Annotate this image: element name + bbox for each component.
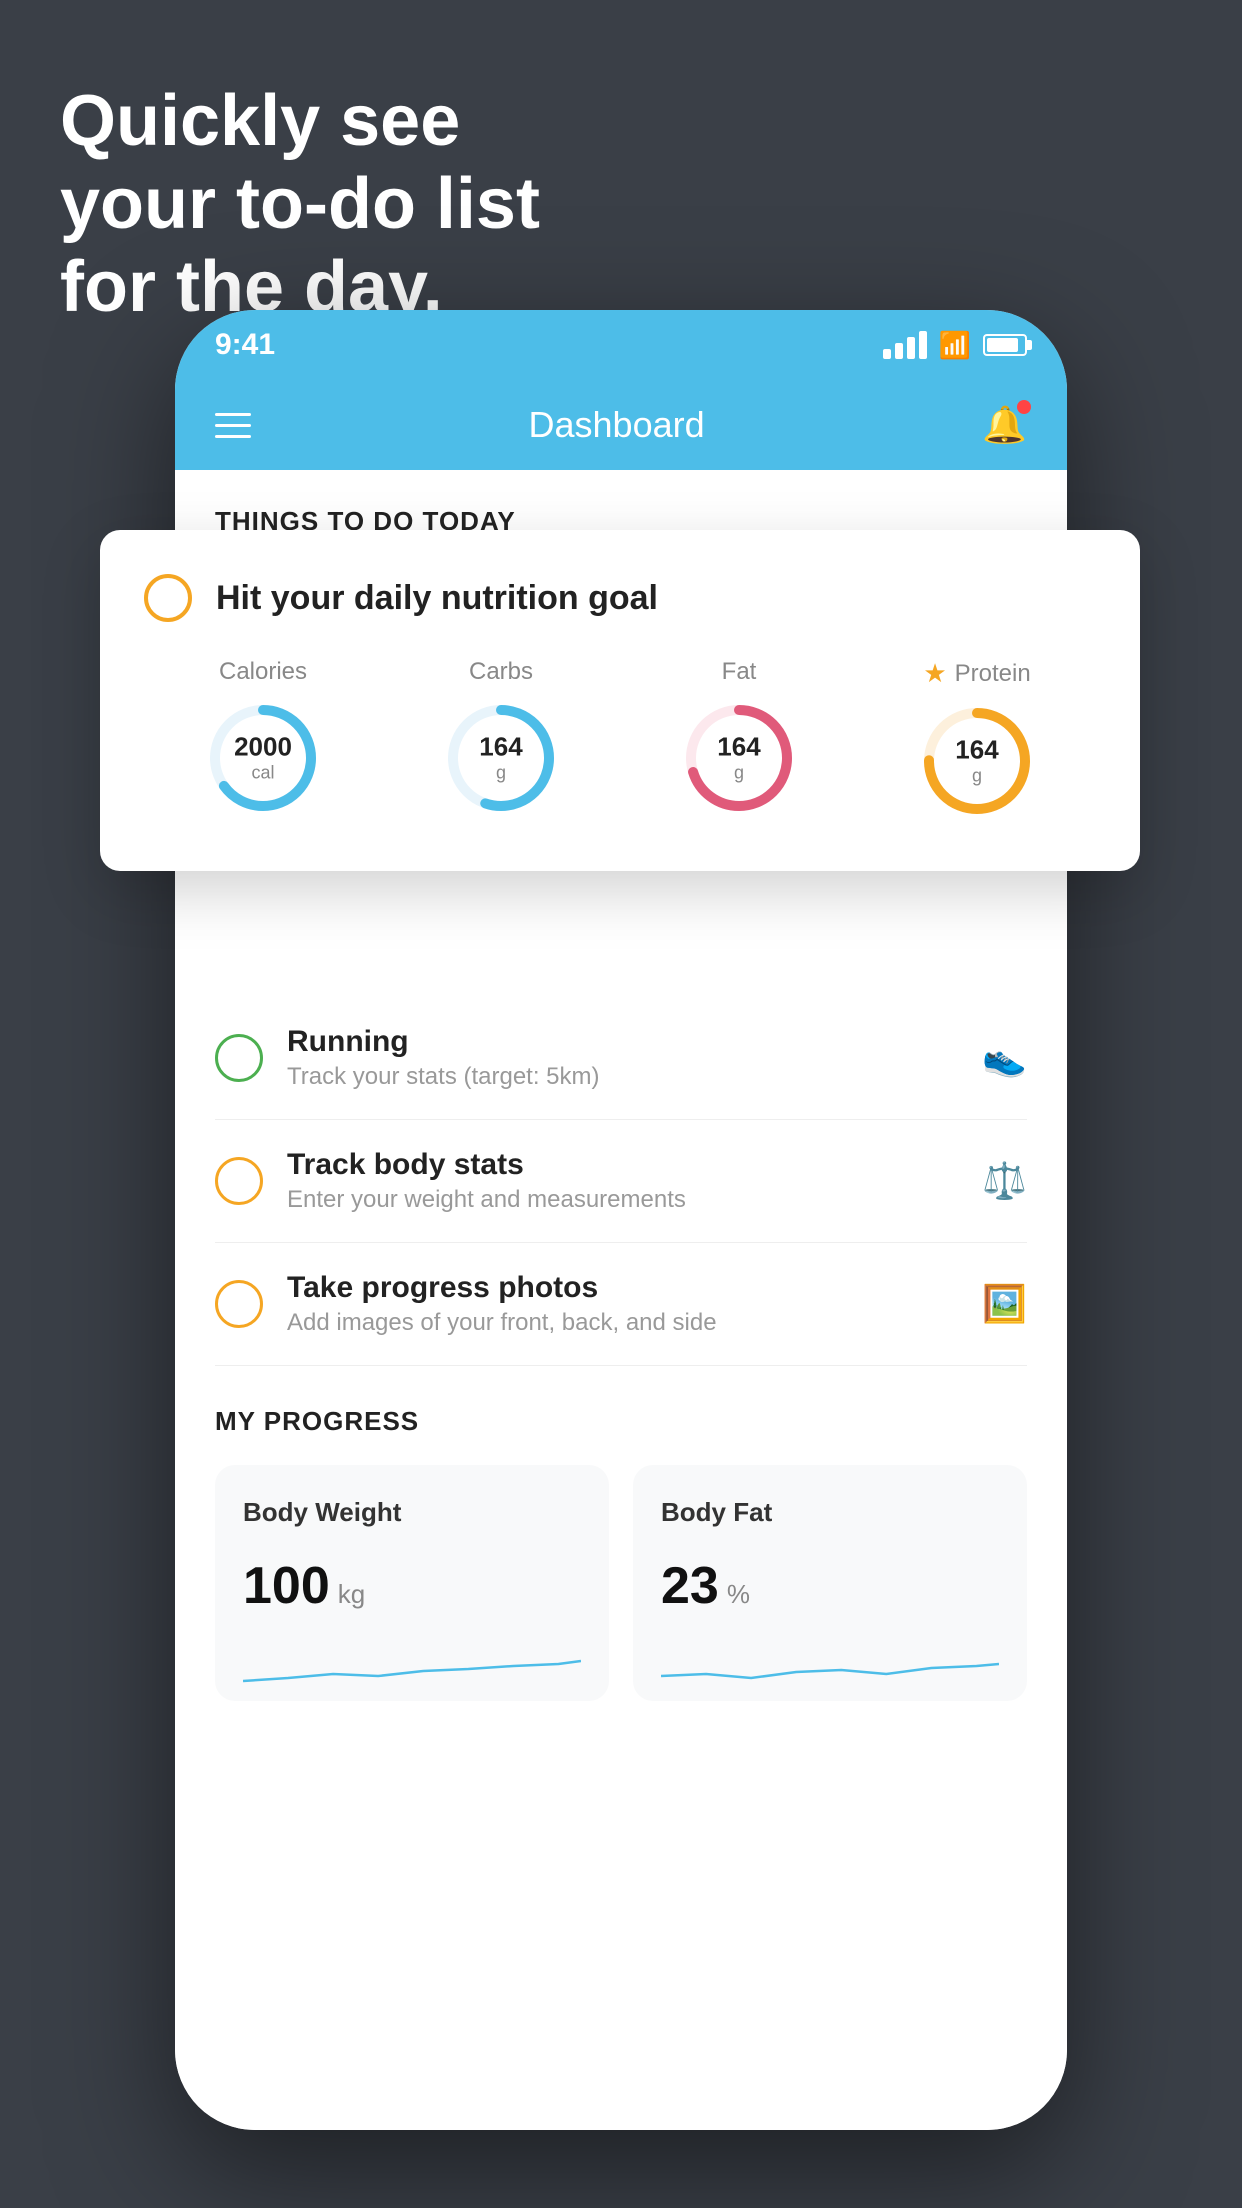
protein-value: 164 g	[955, 735, 998, 788]
card-header: Hit your daily nutrition goal	[144, 574, 1096, 622]
calories-label: Calories	[219, 658, 307, 686]
headline: Quickly see your to-do list for the day.	[60, 80, 540, 328]
carbs-label: Carbs	[469, 658, 533, 686]
nutrition-circle-icon	[144, 574, 192, 622]
nutrition-item-carbs: Carbs 164 g	[441, 658, 561, 818]
portrait-icon: 🖼️	[982, 1283, 1027, 1325]
hamburger-line	[215, 413, 251, 416]
shoe-icon: 👟	[982, 1037, 1027, 1079]
body-weight-card[interactable]: Body Weight 100 kg	[215, 1465, 609, 1701]
nutrition-card-title: Hit your daily nutrition goal	[216, 579, 658, 618]
calories-value: 2000 cal	[234, 732, 292, 785]
todo-title: Take progress photos	[287, 1271, 958, 1305]
list-item[interactable]: Track body stats Enter your weight and m…	[215, 1120, 1027, 1243]
todo-list: Running Track your stats (target: 5km) 👟…	[175, 997, 1067, 1366]
wifi-icon: 📶	[939, 330, 971, 361]
todo-subtitle: Enter your weight and measurements	[287, 1186, 958, 1214]
status-bar: 9:41 📶	[175, 310, 1067, 380]
todo-title: Running	[287, 1025, 958, 1059]
todo-title: Track body stats	[287, 1148, 958, 1182]
bell-icon[interactable]: 🔔	[982, 404, 1027, 446]
signal-icon	[883, 331, 927, 359]
headline-line2: your to-do list	[60, 163, 540, 246]
scale-icon: ⚖️	[982, 1160, 1027, 1202]
nutrition-goals: Calories 2000 cal Carbs	[144, 658, 1096, 821]
todo-subtitle: Add images of your front, back, and side	[287, 1309, 958, 1337]
nutrition-item-fat: Fat 164 g	[679, 658, 799, 818]
protein-donut: 164 g	[917, 701, 1037, 821]
body-weight-value-row: 100 kg	[243, 1556, 581, 1616]
nutrition-item-protein: ★ Protein 164 g	[917, 658, 1037, 821]
fat-value: 164 g	[717, 732, 760, 785]
hamburger-line	[215, 424, 251, 427]
headline-line1: Quickly see	[60, 80, 540, 163]
body-fat-value: 23	[661, 1556, 719, 1616]
nutrition-item-calories: Calories 2000 cal	[203, 658, 323, 818]
hamburger-menu[interactable]	[215, 413, 251, 438]
body-weight-title: Body Weight	[243, 1497, 581, 1528]
body-fat-title: Body Fat	[661, 1497, 999, 1528]
nav-title: Dashboard	[529, 404, 705, 446]
progress-section: MY PROGRESS Body Weight 100 kg Body Fat …	[175, 1406, 1067, 1701]
progress-cards: Body Weight 100 kg Body Fat 23 %	[215, 1465, 1027, 1701]
calories-donut: 2000 cal	[203, 698, 323, 818]
todo-subtitle: Track your stats (target: 5km)	[287, 1063, 958, 1091]
protein-label: Protein	[955, 660, 1031, 688]
todo-check-yellow[interactable]	[215, 1157, 263, 1205]
battery-icon	[983, 334, 1027, 356]
carbs-value: 164 g	[479, 732, 522, 785]
todo-check-yellow[interactable]	[215, 1280, 263, 1328]
todo-text: Running Track your stats (target: 5km)	[287, 1025, 958, 1091]
todo-text: Take progress photos Add images of your …	[287, 1271, 958, 1337]
status-time: 9:41	[215, 328, 275, 362]
todo-check-green[interactable]	[215, 1034, 263, 1082]
star-icon: ★	[923, 658, 946, 689]
nutrition-card: Hit your daily nutrition goal Calories 2…	[100, 530, 1140, 871]
body-fat-value-row: 23 %	[661, 1556, 999, 1616]
status-icons: 📶	[883, 330, 1027, 361]
body-fat-sparkline	[661, 1636, 999, 1696]
todo-text: Track body stats Enter your weight and m…	[287, 1148, 958, 1214]
body-weight-sparkline	[243, 1636, 581, 1696]
list-item[interactable]: Running Track your stats (target: 5km) 👟	[215, 997, 1027, 1120]
fat-donut: 164 g	[679, 698, 799, 818]
hamburger-line	[215, 435, 251, 438]
body-weight-unit: kg	[338, 1579, 365, 1610]
nav-bar: Dashboard 🔔	[175, 380, 1067, 470]
list-item[interactable]: Take progress photos Add images of your …	[215, 1243, 1027, 1366]
body-fat-card[interactable]: Body Fat 23 %	[633, 1465, 1027, 1701]
body-weight-value: 100	[243, 1556, 330, 1616]
protein-label-row: ★ Protein	[923, 658, 1030, 689]
carbs-donut: 164 g	[441, 698, 561, 818]
notification-dot	[1017, 400, 1031, 414]
progress-header: MY PROGRESS	[215, 1406, 1027, 1437]
body-fat-unit: %	[727, 1579, 750, 1610]
fat-label: Fat	[722, 658, 757, 686]
